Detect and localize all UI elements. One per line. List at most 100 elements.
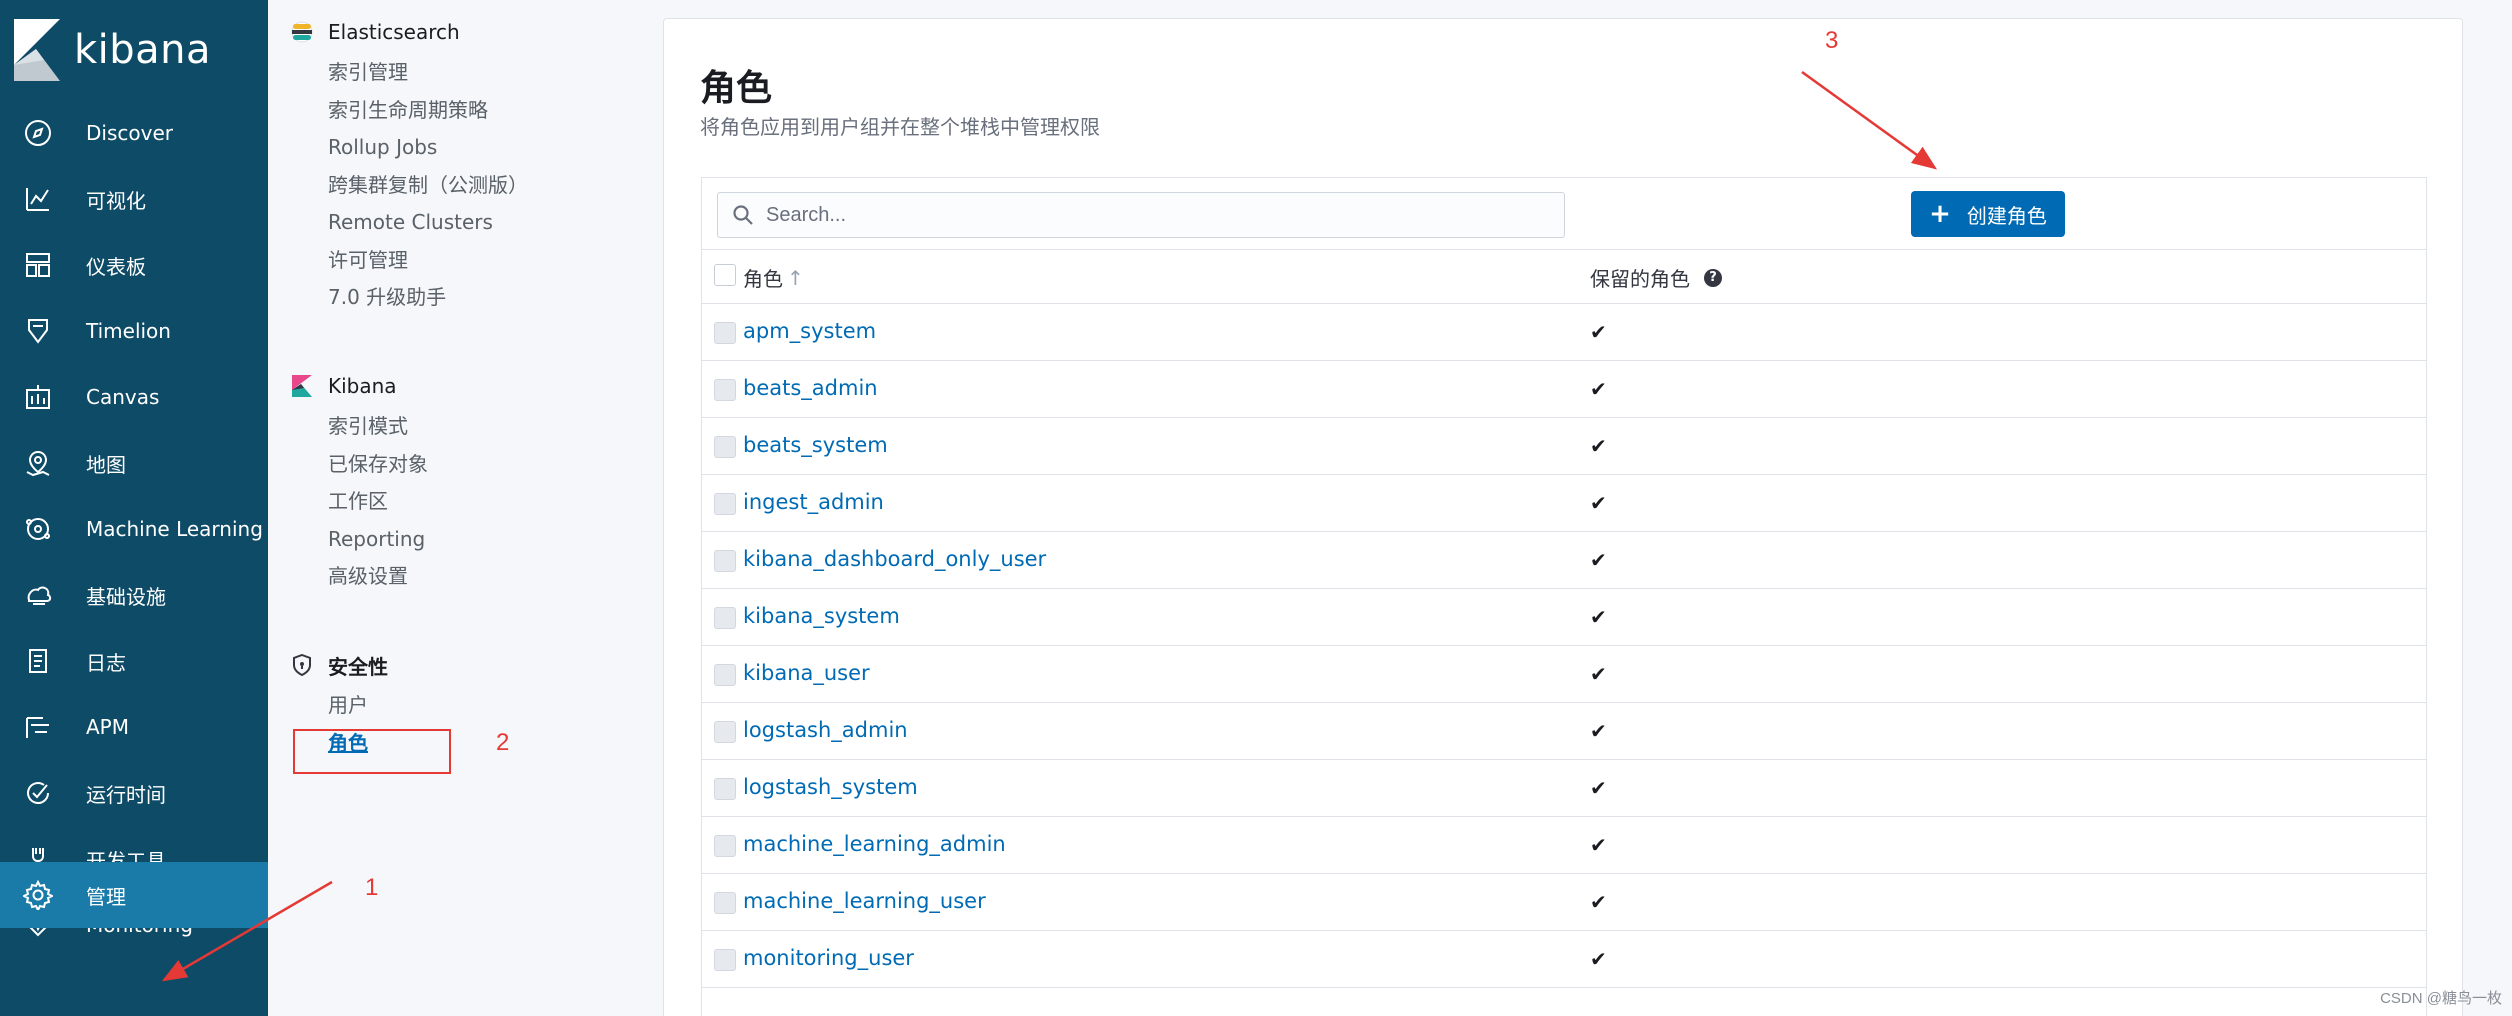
question-icon[interactable]: ? — [1704, 268, 1722, 287]
sidebar-item-link[interactable]: 索引模式 — [290, 408, 428, 446]
sidebar-item-link[interactable]: 索引管理 — [290, 54, 528, 92]
nav-item-compass[interactable]: Discover — [0, 100, 268, 166]
role-name-link[interactable]: machine_learning_user — [743, 889, 986, 913]
role-name-link[interactable]: logstash_system — [743, 775, 918, 799]
nav-item-label: APM — [86, 715, 129, 739]
nav-item-maps[interactable]: 地图 — [0, 430, 268, 496]
nav-item-timelion[interactable]: Timelion — [0, 298, 268, 364]
create-role-button[interactable]: + 创建角色 — [1911, 191, 2065, 237]
table-row: beats_system ✔ — [702, 418, 2426, 475]
checkmark-icon: ✔ — [1590, 947, 1607, 971]
nav-item-label: 日志 — [86, 650, 126, 675]
gear-icon — [20, 877, 56, 913]
column-header-reserved: 保留的角色 ? — [1590, 263, 1722, 292]
row-checkbox[interactable] — [714, 835, 736, 857]
checkmark-icon: ✔ — [1590, 776, 1607, 800]
checkmark-icon: ✔ — [1590, 719, 1607, 743]
checkmark-icon: ✔ — [1590, 890, 1607, 914]
sidebar-item-link[interactable]: 已保存对象 — [290, 446, 428, 484]
sidebar-item-link[interactable]: Remote Clusters — [290, 204, 528, 242]
table-row: kibana_dashboard_only_user ✔ — [702, 532, 2426, 589]
annotation-number: 3 — [1825, 27, 1839, 54]
row-checkbox[interactable] — [714, 607, 736, 629]
role-name-link[interactable]: apm_system — [743, 319, 876, 343]
table-body: apm_system ✔ beats_admin ✔ beats_system ✔ inge… — [702, 304, 2426, 988]
role-name-link[interactable]: kibana_dashboard_only_user — [743, 547, 1046, 571]
checkmark-icon: ✔ — [1590, 320, 1607, 344]
table-row: logstash_system ✔ — [702, 760, 2426, 817]
nav-item-logs[interactable]: 日志 — [0, 628, 268, 694]
page-subtitle: 将角色应用到用户组并在整个堆栈中管理权限 — [700, 115, 1100, 139]
row-checkbox[interactable] — [714, 493, 736, 515]
table-row: kibana_user ✔ — [702, 646, 2426, 703]
sidebar-item-link[interactable]: 7.0 升级助手 — [290, 279, 528, 317]
role-name-link[interactable]: ingest_admin — [743, 490, 884, 514]
nav-item-label: 地图 — [86, 452, 126, 477]
canvas-icon — [20, 379, 56, 415]
role-name-link[interactable]: kibana_user — [743, 661, 870, 685]
sidebar-item-link[interactable]: 索引生命周期策略 — [290, 92, 528, 130]
kibana-app: kibana Discover 可视化 仪表板 Timelion Canvas 地图 Mac… — [0, 0, 2512, 1016]
kibana-heading: Kibana — [328, 374, 397, 398]
shield-icon — [290, 653, 314, 677]
nav-item-label: 管理 — [86, 884, 126, 909]
row-checkbox[interactable] — [714, 949, 736, 971]
nav-item-uptime[interactable]: 运行时间 — [0, 760, 268, 826]
row-checkbox[interactable] — [714, 778, 736, 800]
row-checkbox[interactable] — [714, 379, 736, 401]
select-all-checkbox[interactable] — [714, 264, 736, 286]
nav-item-dashboard[interactable]: 仪表板 — [0, 232, 268, 298]
nav-item-management[interactable]: 管理 — [0, 862, 268, 928]
nav-item-canvas[interactable]: Canvas — [0, 364, 268, 430]
roles-panel: 角色 将角色应用到用户组并在整个堆栈中管理权限 + 创建角色 — [663, 18, 2463, 1016]
sidebar-item-users[interactable]: 用户 — [290, 687, 388, 725]
elasticsearch-heading: Elasticsearch — [328, 20, 460, 44]
nav-item-label: Canvas — [86, 385, 160, 409]
role-name-link[interactable]: machine_learning_admin — [743, 832, 1006, 856]
kibana-logo-icon — [14, 19, 60, 81]
row-checkbox[interactable] — [714, 892, 736, 914]
table-row: ingest_admin ✔ — [702, 475, 2426, 532]
role-name-link[interactable]: beats_system — [743, 433, 888, 457]
page-title: 角色 — [700, 68, 773, 109]
table-row: machine_learning_admin ✔ — [702, 817, 2426, 874]
sidebar-item-link[interactable]: 跨集群复制（公测版） — [290, 167, 528, 205]
table-row: beats_admin ✔ — [702, 361, 2426, 418]
annotation-number: 1 — [365, 874, 379, 901]
row-checkbox[interactable] — [714, 550, 736, 572]
management-menu: Elasticsearch 索引管理 索引生命周期策略 Rollup Jobs 跨集群… — [268, 0, 663, 1016]
kibana-logo[interactable]: kibana — [0, 0, 268, 100]
row-checkbox[interactable] — [714, 721, 736, 743]
sidebar-item-link[interactable]: 工作区 — [290, 483, 428, 521]
logo-text: kibana — [74, 27, 212, 73]
row-checkbox[interactable] — [714, 322, 736, 344]
elasticsearch-icon — [290, 20, 314, 44]
elasticsearch-links: 索引管理 索引生命周期策略 Rollup Jobs 跨集群复制（公测版） Remote … — [290, 54, 528, 317]
nav-item-visualize[interactable]: 可视化 — [0, 166, 268, 232]
sidebar-item-link[interactable]: 许可管理 — [290, 242, 528, 280]
role-name-link[interactable]: logstash_admin — [743, 718, 908, 742]
role-name-link[interactable]: monitoring_user — [743, 946, 914, 970]
checkmark-icon: ✔ — [1590, 605, 1607, 629]
search-input[interactable] — [766, 203, 1546, 227]
row-checkbox[interactable] — [714, 664, 736, 686]
sidebar-item-link[interactable]: 高级设置 — [290, 558, 428, 596]
uptime-icon — [20, 775, 56, 811]
column-header-role[interactable]: 角色 ↑ — [743, 263, 804, 292]
role-name-link[interactable]: beats_admin — [743, 376, 878, 400]
role-name-link[interactable]: kibana_system — [743, 604, 900, 628]
logs-icon — [20, 643, 56, 679]
sidebar-item-link[interactable]: Reporting — [290, 521, 428, 559]
sidebar-item-link[interactable]: Rollup Jobs — [290, 129, 528, 167]
nav-items: Discover 可视化 仪表板 Timelion Canvas 地图 Machine Le… — [0, 100, 268, 958]
checkmark-icon: ✔ — [1590, 833, 1607, 857]
nav-item-ml[interactable]: Machine Learning — [0, 496, 268, 562]
checkmark-icon: ✔ — [1590, 662, 1607, 686]
nav-item-infrastructure[interactable]: 基础设施 — [0, 562, 268, 628]
table-row: monitoring_user ✔ — [702, 931, 2426, 988]
search-icon — [732, 204, 754, 226]
section-heading: 安全性 — [290, 649, 388, 681]
nav-item-apm[interactable]: APM — [0, 694, 268, 760]
plus-icon: + — [1929, 199, 1951, 229]
row-checkbox[interactable] — [714, 436, 736, 458]
